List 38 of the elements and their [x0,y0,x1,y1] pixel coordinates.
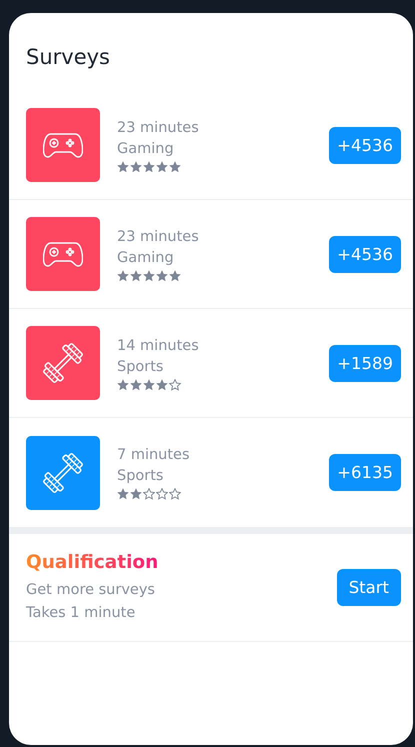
filled-star-icon [130,488,142,500]
filled-star-icon [156,160,168,172]
filled-star-icon [143,378,155,390]
filled-star-icon [156,378,168,390]
filled-star-icon [117,160,129,172]
reward-button[interactable]: +4536 [329,126,401,164]
dumbbell-icon [41,450,85,494]
filled-star-icon [156,270,168,282]
filled-star-icon [117,378,129,390]
filled-star-icon [169,270,181,282]
filled-star-icon [117,488,129,500]
filled-star-icon [130,270,142,282]
start-button[interactable]: Start [336,569,401,606]
filled-star-icon [143,160,155,172]
filled-star-icon [143,270,155,282]
survey-category: Sports [117,467,164,486]
filled-star-icon [117,270,129,282]
dumbbell-icon [41,341,85,385]
filled-star-icon [130,160,142,172]
gamepad-icon [43,131,83,159]
survey-duration: 14 minutes [117,336,200,356]
page-title: Surveys [25,44,111,69]
survey-category: Sports [117,358,164,376]
survey-duration: 7 minutes [117,446,191,465]
survey-category: Gaming [117,140,175,158]
survey-duration: 23 minutes [117,228,200,246]
reward-button[interactable]: +6135 [329,454,401,491]
qualification-text: Get more surveys [26,581,156,600]
empty-star-icon [169,488,181,500]
reward-button[interactable]: +1589 [329,344,401,382]
qualification-text: Takes 1 minute [26,604,136,623]
empty-star-icon [156,488,168,500]
survey-category: Gaming [117,248,175,268]
gamepad-icon [43,240,83,268]
filled-star-icon [130,378,142,390]
survey-duration: 23 minutes [117,118,200,138]
reward-button[interactable]: +4536 [329,236,401,272]
filled-star-icon [169,160,181,172]
